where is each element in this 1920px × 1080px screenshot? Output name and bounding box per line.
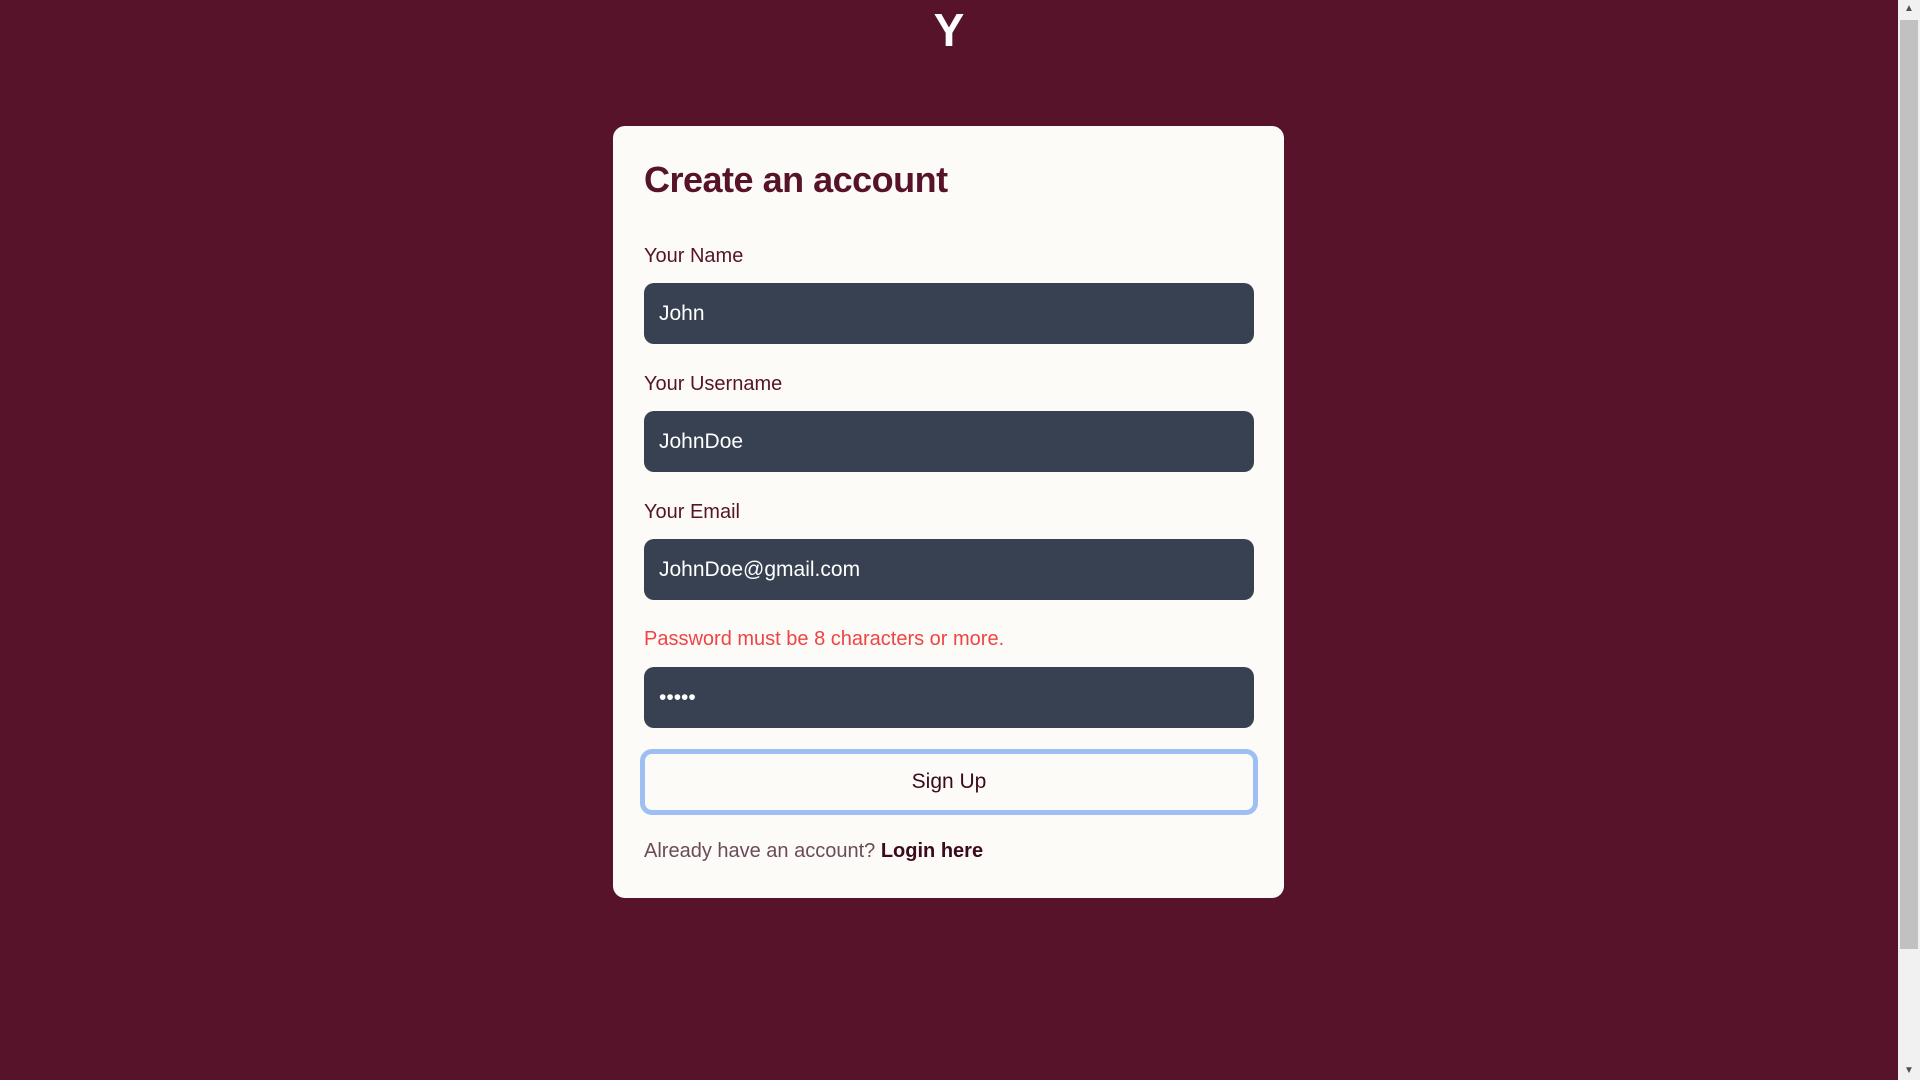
scroll-up-icon[interactable]: ▲ — [1898, 0, 1920, 18]
username-label: Your Username — [644, 373, 783, 395]
email-input[interactable] — [644, 539, 1254, 600]
scrollbar[interactable]: ▲ ▼ — [1898, 0, 1920, 1080]
password-error: Password must be 8 characters or more. — [644, 628, 1005, 650]
login-prompt-text: Already have an account? — [644, 840, 876, 862]
password-input[interactable] — [644, 667, 1254, 728]
login-link[interactable]: Login here — [881, 840, 983, 862]
scroll-down-icon[interactable]: ▼ — [1898, 1062, 1920, 1080]
name-input[interactable] — [644, 283, 1254, 344]
login-prompt: Already have an account? Login here — [644, 840, 983, 863]
scrollbar-thumb[interactable] — [1900, 20, 1918, 949]
sign-up-button[interactable]: Sign Up — [640, 749, 1258, 815]
signup-card: Create an account Your Name Your Usernam… — [613, 126, 1284, 898]
name-label: Your Name — [644, 245, 744, 267]
page-title: Create an account — [644, 159, 948, 200]
logo: Y — [933, 4, 965, 56]
username-input[interactable] — [644, 411, 1254, 472]
email-label: Your Email — [644, 501, 740, 523]
